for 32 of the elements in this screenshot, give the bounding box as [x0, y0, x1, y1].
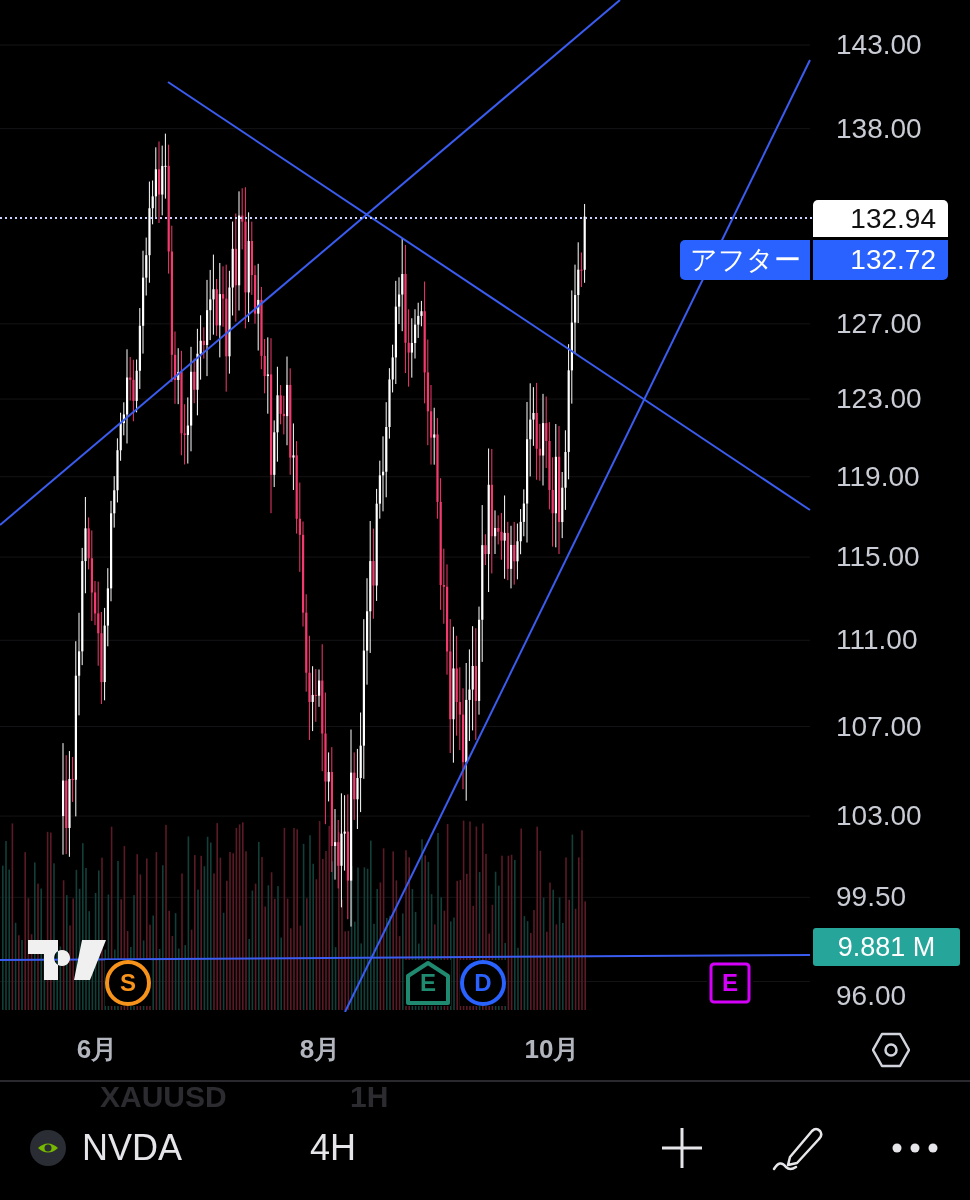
settings-icon[interactable] [872, 1032, 910, 1068]
event-marker[interactable]: E [707, 960, 753, 1006]
time-axis-label: 6月 [76, 1033, 118, 1066]
price-axis-label: 123.00 [836, 385, 922, 414]
trend-line[interactable] [167, 81, 811, 511]
price-axis-label: 107.00 [836, 712, 922, 741]
after-hours-label: アフター [680, 240, 810, 280]
after-hours-price-label: 132.72 [813, 240, 948, 280]
event-marker[interactable]: S [105, 960, 151, 1006]
symbol-logo-icon [30, 1130, 66, 1166]
last-price-label: 132.94 [813, 200, 948, 237]
price-axis-label: 96.00 [836, 982, 907, 1010]
price-axis-label: 138.00 [836, 114, 922, 143]
price-axis-label: 119.00 [836, 462, 920, 491]
volume-label: 9.881 M [813, 928, 960, 966]
price-axis-label: 111.00 [836, 626, 918, 655]
price-axis-label: 143.00 [836, 31, 922, 59]
event-marker[interactable]: D [460, 960, 506, 1006]
price-axis-label: 99.50 [836, 883, 907, 912]
trend-line[interactable] [0, 0, 621, 526]
time-axis-label: 8月 [299, 1033, 341, 1066]
price-axis-label: 103.00 [836, 802, 922, 831]
add-button[interactable] [660, 1126, 704, 1170]
symbol-label[interactable]: NVDA [82, 1127, 310, 1169]
event-marker[interactable]: E [405, 960, 451, 1006]
more-button[interactable] [892, 1143, 938, 1153]
time-axis-label: 10月 [524, 1033, 580, 1066]
interval-label[interactable]: 4H [310, 1127, 357, 1169]
price-axis-label: 127.00 [836, 309, 922, 338]
price-axis-label: 115.00 [836, 543, 920, 572]
logo-icon [28, 940, 106, 980]
trend-line[interactable] [0, 954, 811, 961]
